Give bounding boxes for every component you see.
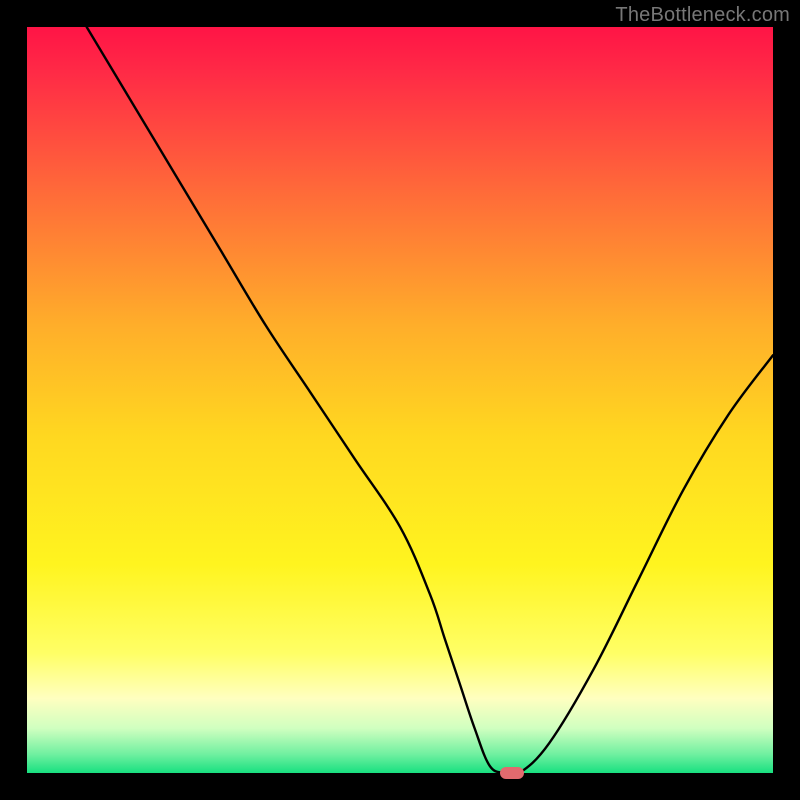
bottleneck-marker (500, 767, 524, 779)
chart-frame: TheBottleneck.com (0, 0, 800, 800)
watermark-text: TheBottleneck.com (615, 4, 790, 27)
plot-area (27, 27, 773, 773)
chart-svg (27, 27, 773, 773)
chart-background (27, 27, 773, 773)
